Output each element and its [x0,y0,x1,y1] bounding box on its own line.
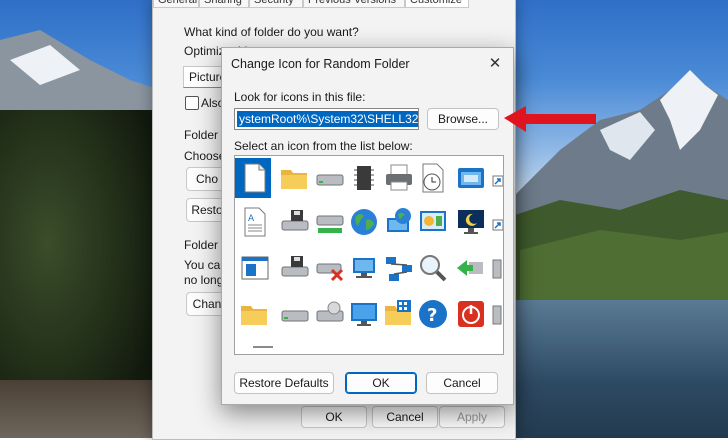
disconnected-drive-icon [316,263,344,282]
control-panel-icon [420,211,446,231]
svg-text:?: ? [427,305,437,326]
network-icon [386,257,412,281]
icon-cell[interactable] [451,248,487,288]
dialog-title: Change Icon for Random Folder [231,57,410,71]
icon-cell[interactable] [487,202,503,242]
change-icon-dialog: Change Icon for Random Folder ✕ Look for… [221,47,514,405]
folder-grid-icon [385,300,411,325]
icon-cell[interactable] [379,202,415,242]
partial-icon [492,305,502,325]
icon-cell[interactable] [487,248,503,288]
drive-floppy-icon [281,210,309,231]
icon-cell[interactable] [344,248,380,288]
printer-icon [386,164,412,191]
icon-cell[interactable] [379,248,415,288]
icon-cell[interactable] [379,294,415,334]
icon-cell[interactable] [275,202,311,242]
icon-cell[interactable] [344,158,380,198]
choose-label: Choose [184,149,226,163]
icon-cell[interactable]: ? [413,294,449,334]
window-icon [458,168,484,188]
application-window-icon [241,256,269,280]
drive-disc-icon [316,301,344,322]
help-icon: ? [419,300,447,328]
tab-sharing[interactable]: Sharing [199,0,249,8]
svg-text:A: A [248,214,255,224]
red-arrow-annotation [504,106,596,132]
icon-cell[interactable] [379,158,415,198]
icon-cell[interactable] [275,294,311,334]
network-globe-icon [387,208,411,232]
shortcut-icon [492,175,503,187]
icon-cell[interactable] [413,202,449,242]
icon-cell[interactable] [275,248,311,288]
shortcut-icon [492,219,503,231]
horizontal-scrollbar-thumb[interactable] [253,346,273,348]
blank-document-icon [244,163,266,193]
icon-file-path-input[interactable]: ystemRoot%\System32\SHELL32.dll [234,108,419,130]
browse-button[interactable]: Browse... [427,108,499,130]
icon-cell[interactable] [451,158,487,198]
folder-icon [281,170,307,189]
icon-cell[interactable] [310,202,346,242]
text-document-icon: A [244,207,266,237]
moon-monitor-icon [458,210,484,234]
magnifier-icon [420,255,447,282]
network-computer-icon [353,258,375,278]
icon-cell[interactable] [451,202,487,242]
restore-defaults-button[interactable]: Restore Defaults [234,372,334,394]
icon-cell[interactable] [487,294,503,334]
properties-ok-button[interactable]: OK [301,406,367,428]
network-drive-icon [316,215,344,233]
icon-cell[interactable] [344,294,380,334]
usb-icon [457,260,483,276]
icon-cell[interactable] [310,248,346,288]
folder-kind-heading: What kind of folder do you want? [184,25,359,39]
icon-cell[interactable] [235,158,271,198]
icon-cell[interactable] [310,294,346,334]
partial-icon [492,259,502,279]
icon-cell[interactable] [344,202,380,242]
look-for-icons-label: Look for icons in this file: [234,90,366,104]
select-icon-label: Select an icon from the list below: [234,139,413,153]
folder-icon [241,306,267,325]
icon-cell[interactable] [235,248,271,288]
icon-cell[interactable] [310,158,346,198]
drive-icon [281,310,309,322]
close-icon[interactable]: ✕ [485,54,505,74]
tab-customize[interactable]: Customize [405,0,469,8]
icon-file-path-value: ystemRoot%\System32\SHELL32.dll [237,111,418,127]
properties-cancel-button[interactable]: Cancel [372,406,438,428]
ok-button[interactable]: OK [345,372,417,394]
cancel-button[interactable]: Cancel [426,372,498,394]
properties-tabs: General Sharing Security Previous Versio… [153,0,515,9]
drive-icon [316,174,344,186]
globe-icon [351,209,377,235]
tab-previous-versions[interactable]: Previous Versions [303,0,405,8]
clock-document-icon [422,163,444,193]
icon-list[interactable]: A? [234,155,504,355]
properties-apply-button[interactable]: Apply [439,406,505,428]
icon-cell[interactable] [275,158,311,198]
icon-cell[interactable] [413,248,449,288]
tab-general[interactable]: General [153,0,199,8]
drive-floppy-icon [281,256,309,277]
icon-cell[interactable]: A [235,202,271,242]
power-icon [458,301,484,327]
chip-icon [354,166,374,190]
icon-cell[interactable] [413,158,449,198]
icon-cell[interactable] [235,294,271,334]
also-apply-checkbox[interactable] [185,96,199,110]
monitor-icon [351,303,377,326]
tab-security[interactable]: Security [249,0,303,8]
icon-cell[interactable] [487,158,503,198]
icon-cell[interactable] [451,294,487,334]
